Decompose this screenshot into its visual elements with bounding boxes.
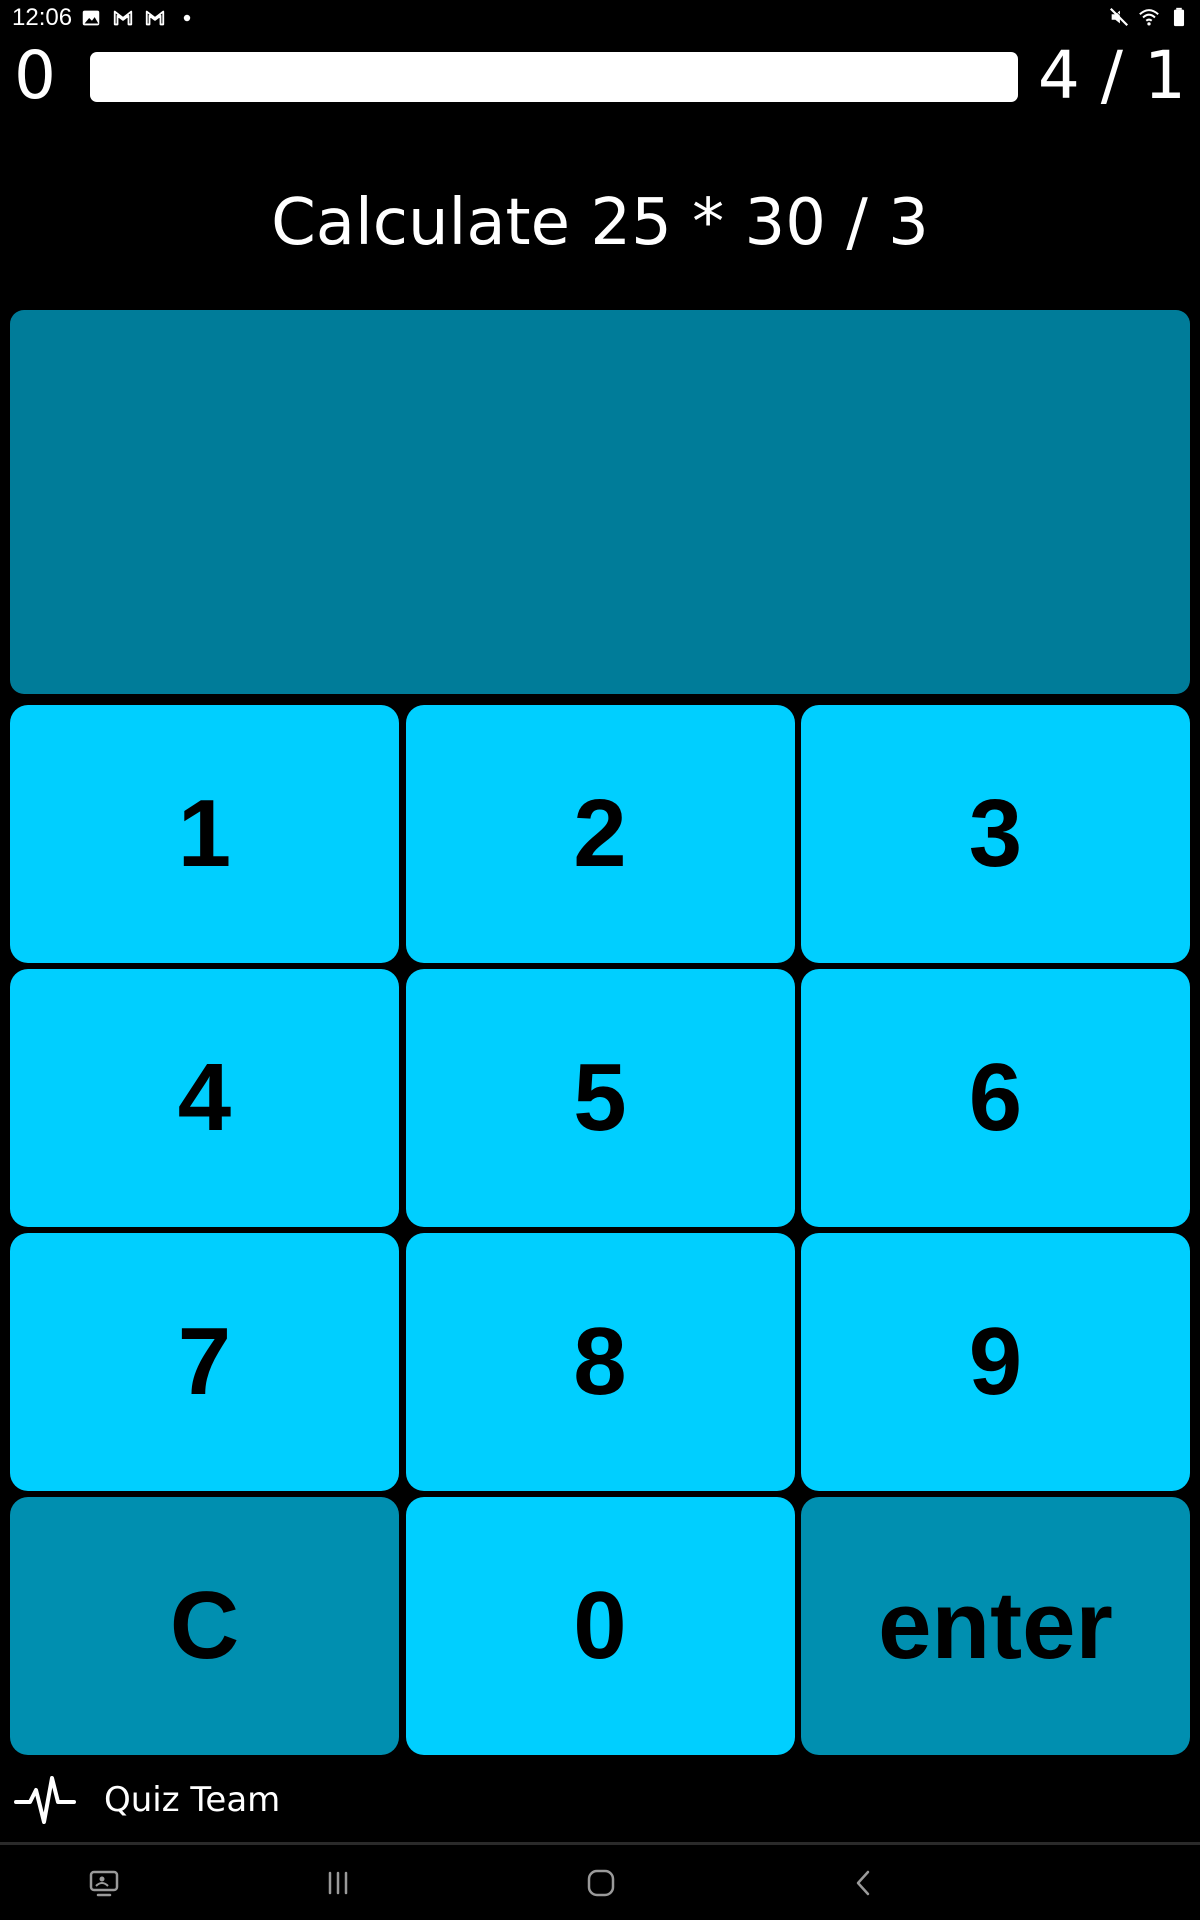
- mute-icon: [1109, 7, 1129, 27]
- key-9-button[interactable]: 9: [801, 1233, 1190, 1491]
- status-time: 12:06: [12, 4, 73, 31]
- enter-button[interactable]: enter: [801, 1497, 1190, 1755]
- gmail-icon: [113, 10, 133, 26]
- brand-name: Quiz Team: [104, 1780, 281, 1820]
- score-counter: 0: [14, 37, 56, 114]
- answer-display: [10, 310, 1190, 694]
- home-icon: [587, 1869, 615, 1897]
- battery-icon: [1173, 7, 1185, 27]
- key-0-button[interactable]: 0: [405, 1497, 795, 1755]
- wifi-icon: [1139, 9, 1159, 26]
- key-6-button[interactable]: 6: [801, 969, 1190, 1227]
- key-5-button[interactable]: 5: [405, 969, 795, 1227]
- dot-icon: [183, 14, 191, 22]
- status-bar: 12:06: [0, 0, 1200, 36]
- key-4-button[interactable]: 4: [10, 969, 399, 1227]
- key-7-button[interactable]: 7: [10, 1233, 399, 1491]
- home-button[interactable]: [577, 1859, 625, 1907]
- round-counter: 4 / 1: [1037, 37, 1186, 114]
- pulse-icon: [14, 1776, 76, 1824]
- gmail-icon: [145, 10, 165, 26]
- recents-button[interactable]: [314, 1859, 362, 1907]
- back-icon: [856, 1870, 870, 1896]
- key-1-button[interactable]: 1: [10, 705, 399, 963]
- number-keypad: 1 2 3 4 5 6 7 8 9 C 0 enter: [10, 705, 1190, 1755]
- question-text: Calculate 25 * 30 / 3: [271, 186, 929, 260]
- screenshot-icon: [89, 1870, 119, 1897]
- recents-icon: [328, 1871, 348, 1895]
- navigation-bar: [0, 1845, 1200, 1920]
- clear-button[interactable]: C: [10, 1497, 399, 1755]
- back-button[interactable]: [840, 1859, 888, 1907]
- key-3-button[interactable]: 3: [801, 705, 1190, 963]
- quiz-progress-bar: [90, 52, 1018, 102]
- app-brand: Quiz Team: [14, 1770, 280, 1830]
- status-system-icons: [1108, 6, 1190, 28]
- image-icon: [82, 10, 100, 26]
- screenshot-button[interactable]: [80, 1859, 128, 1907]
- key-2-button[interactable]: 2: [405, 705, 795, 963]
- key-8-button[interactable]: 8: [405, 1233, 795, 1491]
- status-notification-icons: [80, 7, 198, 29]
